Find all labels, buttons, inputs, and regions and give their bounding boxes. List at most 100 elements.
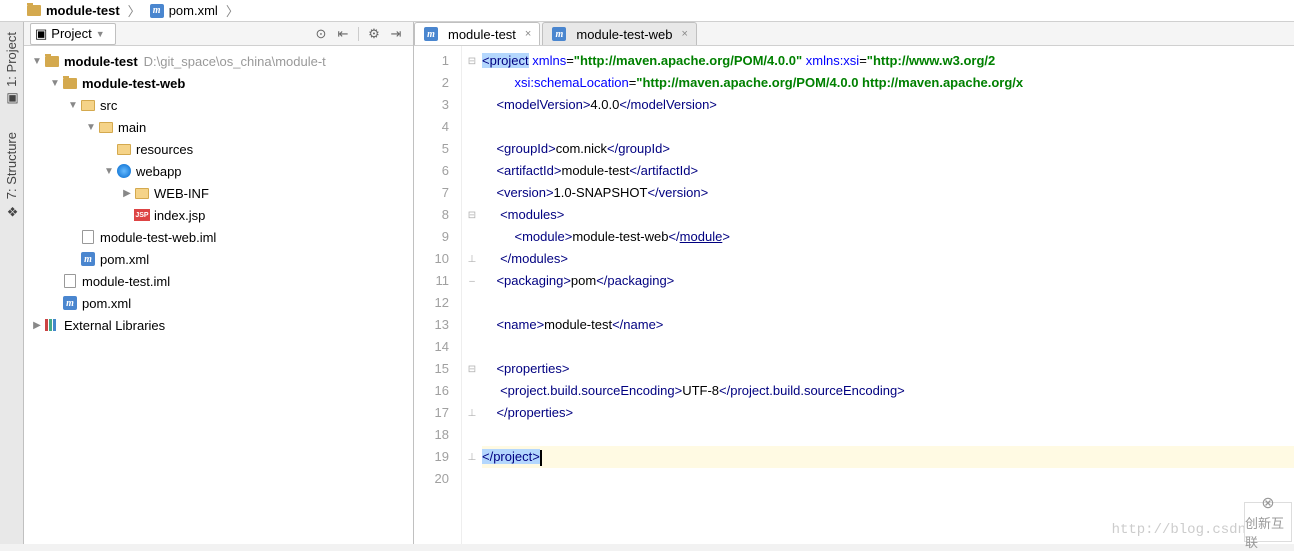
fold-marker[interactable]: ⊟ — [462, 50, 482, 72]
line-number[interactable]: 17 — [414, 402, 449, 424]
close-icon[interactable]: × — [525, 28, 531, 40]
line-number[interactable]: 20 — [414, 468, 449, 490]
line-number[interactable]: 12 — [414, 292, 449, 314]
line-number[interactable]: 15 — [414, 358, 449, 380]
project-tree[interactable]: ▼module-testD:\git_space\os_china\module… — [24, 46, 413, 544]
code-line[interactable] — [482, 424, 1294, 446]
line-number[interactable]: 16 — [414, 380, 449, 402]
tree-item[interactable]: ▼module-testD:\git_space\os_china\module… — [24, 50, 413, 72]
fold-marker[interactable] — [462, 160, 482, 182]
breadcrumb-item-root[interactable]: module-test — [20, 0, 126, 21]
line-number[interactable]: 19 — [414, 446, 449, 468]
code-line[interactable]: </modules> — [482, 248, 1294, 270]
code-line[interactable]: <project.build.sourceEncoding>UTF-8</pro… — [482, 380, 1294, 402]
project-view-selector[interactable]: ▣ Project ▼ — [30, 23, 116, 45]
line-number[interactable]: 3 — [414, 94, 449, 116]
fold-marker[interactable] — [462, 116, 482, 138]
code-line[interactable]: <module>module-test-web</module> — [482, 226, 1294, 248]
code-line[interactable]: </project> — [482, 446, 1294, 468]
tree-label: pom.xml — [100, 252, 149, 267]
fold-marker[interactable]: – — [462, 270, 482, 292]
code-editor[interactable]: 1234567891011121314151617181920 ⊟⊟⊥–⊟⊥⊥ … — [414, 46, 1294, 544]
code-line[interactable] — [482, 116, 1294, 138]
code-line[interactable]: <version>1.0-SNAPSHOT</version> — [482, 182, 1294, 204]
fold-marker[interactable]: ⊥ — [462, 402, 482, 424]
line-number[interactable]: 4 — [414, 116, 449, 138]
fold-marker[interactable] — [462, 468, 482, 490]
code-line[interactable]: <project xmlns="http://maven.apache.org/… — [482, 50, 1294, 72]
tree-item[interactable]: JSPindex.jsp — [24, 204, 413, 226]
code-line[interactable]: <modules> — [482, 204, 1294, 226]
fold-marker[interactable] — [462, 94, 482, 116]
code-line[interactable]: <artifactId>module-test</artifactId> — [482, 160, 1294, 182]
sidebar-tab-project[interactable]: ▣ 1: Project — [2, 28, 21, 110]
breadcrumb-label: module-test — [46, 3, 120, 18]
fold-marker[interactable]: ⊥ — [462, 446, 482, 468]
tree-label: pom.xml — [82, 296, 131, 311]
hide-icon[interactable]: ⇥ — [387, 25, 405, 43]
expand-arrow-icon[interactable]: ▼ — [48, 78, 62, 89]
code-line[interactable]: </properties> — [482, 402, 1294, 424]
editor-tab-module-test[interactable]: m module-test × — [414, 22, 540, 45]
sidebar-tab-structure[interactable]: ❖ 7: Structure — [2, 128, 21, 222]
close-icon[interactable]: × — [681, 28, 687, 40]
expand-arrow-icon[interactable]: ▶ — [120, 188, 134, 199]
line-number[interactable]: 11 — [414, 270, 449, 292]
code-line[interactable]: <properties> — [482, 358, 1294, 380]
tree-item[interactable]: module-test.iml — [24, 270, 413, 292]
line-number[interactable]: 14 — [414, 336, 449, 358]
fold-marker[interactable] — [462, 314, 482, 336]
code-line[interactable] — [482, 292, 1294, 314]
fold-marker[interactable] — [462, 424, 482, 446]
expand-arrow-icon[interactable]: ▶ — [30, 320, 44, 331]
locate-icon[interactable]: ⊙ — [312, 25, 330, 43]
expand-arrow-icon[interactable]: ▼ — [30, 56, 44, 67]
code-line[interactable]: xsi:schemaLocation="http://maven.apache.… — [482, 72, 1294, 94]
tree-item[interactable]: ▼webapp — [24, 160, 413, 182]
fold-marker[interactable] — [462, 292, 482, 314]
fold-marker[interactable] — [462, 380, 482, 402]
tree-item[interactable]: module-test-web.iml — [24, 226, 413, 248]
code-line[interactable]: <packaging>pom</packaging> — [482, 270, 1294, 292]
code-line[interactable] — [482, 468, 1294, 490]
tree-label: module-test-web — [82, 76, 185, 91]
editor-tab-module-test-web[interactable]: m module-test-web × — [542, 22, 697, 45]
tree-item[interactable]: ▼main — [24, 116, 413, 138]
tree-item[interactable]: resources — [24, 138, 413, 160]
expand-arrow-icon[interactable]: ▼ — [66, 100, 80, 111]
fold-marker[interactable]: ⊟ — [462, 204, 482, 226]
line-number[interactable]: 8 — [414, 204, 449, 226]
code-line[interactable]: <modelVersion>4.0.0</modelVersion> — [482, 94, 1294, 116]
fold-marker[interactable] — [462, 182, 482, 204]
line-number[interactable]: 18 — [414, 424, 449, 446]
expand-arrow-icon[interactable]: ▼ — [84, 122, 98, 133]
code-content[interactable]: <project xmlns="http://maven.apache.org/… — [482, 46, 1294, 544]
fold-marker[interactable] — [462, 72, 482, 94]
expand-arrow-icon[interactable]: ▼ — [102, 166, 116, 177]
fold-marker[interactable]: ⊟ — [462, 358, 482, 380]
code-line[interactable]: <groupId>com.nick</groupId> — [482, 138, 1294, 160]
tree-item[interactable]: ▶External Libraries — [24, 314, 413, 336]
tree-item[interactable]: ▼src — [24, 94, 413, 116]
line-number[interactable]: 6 — [414, 160, 449, 182]
line-number[interactable]: 1 — [414, 50, 449, 72]
fold-marker[interactable]: ⊥ — [462, 248, 482, 270]
tree-item[interactable]: mpom.xml — [24, 248, 413, 270]
gear-icon[interactable]: ⚙ — [365, 25, 383, 43]
line-number[interactable]: 2 — [414, 72, 449, 94]
line-number[interactable]: 5 — [414, 138, 449, 160]
code-line[interactable]: <name>module-test</name> — [482, 314, 1294, 336]
fold-marker[interactable] — [462, 226, 482, 248]
tree-item[interactable]: ▼ module-test-web — [24, 72, 413, 94]
code-line[interactable] — [482, 336, 1294, 358]
tree-item[interactable]: mpom.xml — [24, 292, 413, 314]
line-number[interactable]: 9 — [414, 226, 449, 248]
fold-marker[interactable] — [462, 336, 482, 358]
line-number[interactable]: 7 — [414, 182, 449, 204]
line-number[interactable]: 13 — [414, 314, 449, 336]
collapse-icon[interactable]: ⇤ — [334, 25, 352, 43]
line-number[interactable]: 10 — [414, 248, 449, 270]
breadcrumb-item-file[interactable]: m pom.xml — [143, 0, 224, 21]
tree-item[interactable]: ▶WEB-INF — [24, 182, 413, 204]
fold-marker[interactable] — [462, 138, 482, 160]
